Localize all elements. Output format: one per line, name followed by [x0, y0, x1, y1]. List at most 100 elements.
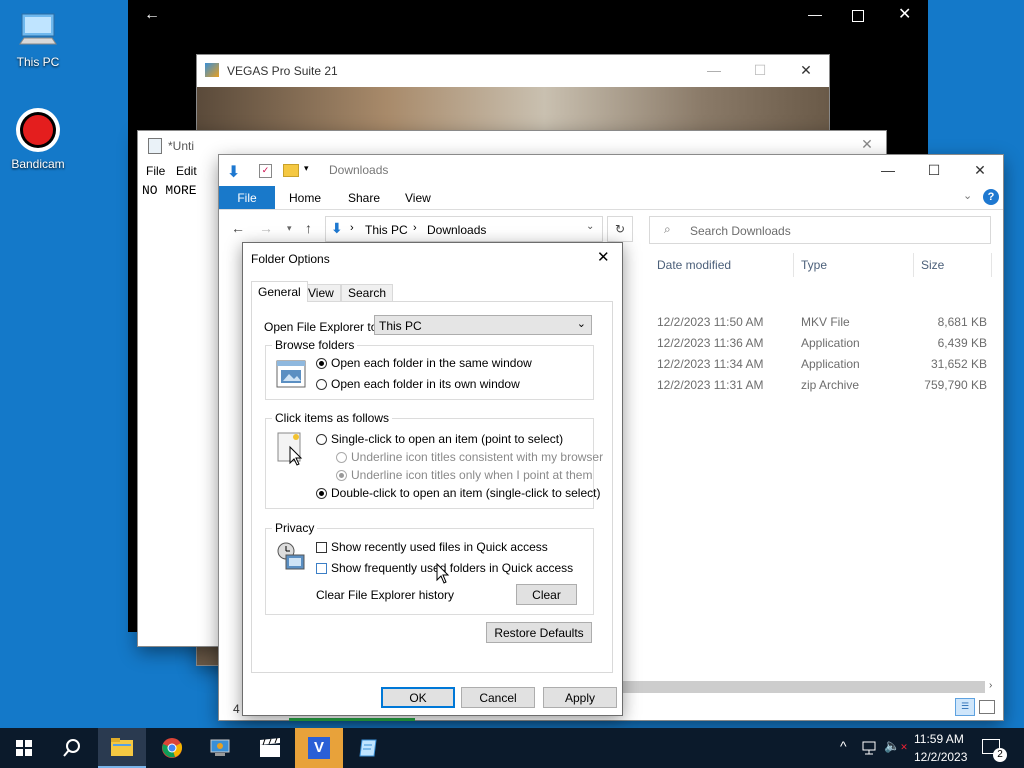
file-type: Application: [801, 336, 860, 350]
computer-icon: [19, 13, 57, 45]
chevron-down-icon[interactable]: ⌄: [586, 221, 594, 232]
open-to-dropdown[interactable]: This PC ⌄: [374, 315, 592, 335]
radio-single-click[interactable]: Single-click to open an item (point to s…: [316, 432, 563, 446]
maximize-button[interactable]: [852, 10, 864, 22]
address-bar[interactable]: ⬇ › This PC › Downloads ⌄: [325, 216, 603, 242]
ribbon-tab-home[interactable]: Home: [289, 191, 321, 205]
file-date: 12/2/2023 11:34 AM: [657, 357, 764, 371]
radio-double-click[interactable]: Double-click to open an item (single-cli…: [316, 486, 600, 500]
search-icon: ⌕: [664, 222, 671, 236]
up-button[interactable]: ↑: [305, 220, 312, 236]
file-row[interactable]: 12/2/2023 11:36 AM Application 6,439 KB: [649, 334, 1003, 354]
apply-button[interactable]: Apply: [543, 687, 617, 708]
back-button[interactable]: ←: [231, 220, 245, 236]
column-type[interactable]: Type: [801, 258, 827, 272]
notepad-text[interactable]: NO MORE: [142, 183, 197, 198]
down-arrow-icon[interactable]: ⬇: [227, 162, 240, 182]
radio-underline-point[interactable]: Underline icon titles only when I point …: [336, 468, 592, 482]
recent-locations-icon[interactable]: ▾: [287, 223, 292, 234]
taskbar-chrome[interactable]: [148, 728, 196, 768]
maximize-button[interactable]: ☐: [737, 55, 783, 85]
desktop-icon-label: This PC: [16, 55, 60, 69]
progress-bar: [289, 718, 415, 721]
column-divider: [793, 253, 794, 277]
folder-options-dialog: Folder Options ✕ General View Search Ope…: [242, 242, 623, 716]
network-icon[interactable]: [862, 741, 878, 755]
notification-badge: 2: [993, 748, 1007, 762]
close-button[interactable]: ✕: [783, 55, 829, 85]
file-size: 8,681 KB: [937, 315, 987, 329]
forward-button[interactable]: →: [259, 220, 273, 236]
tab-search[interactable]: Search: [341, 284, 394, 302]
mouse-cursor-icon: [436, 563, 450, 584]
checkbox-recent-files[interactable]: Show recently used files in Quick access: [316, 540, 548, 554]
file-row[interactable]: 12/2/2023 11:31 AM zip Archive 759,790 K…: [649, 376, 1003, 396]
dialog-title: Folder Options: [251, 252, 330, 266]
properties-icon[interactable]: ✓: [259, 164, 272, 178]
taskbar-file-explorer[interactable]: [98, 728, 146, 768]
back-arrow-icon[interactable]: ←: [144, 6, 160, 24]
taskbar-vegas-v[interactable]: V: [295, 728, 343, 768]
desktop-icon-this-pc[interactable]: This PC: [6, 8, 70, 69]
minimize-button[interactable]: —: [808, 6, 822, 22]
cancel-button[interactable]: Cancel: [461, 687, 535, 708]
file-size: 759,790 KB: [924, 378, 987, 392]
chevron-down-icon: ⌄: [576, 318, 586, 330]
maximize-button[interactable]: ☐: [911, 155, 957, 185]
help-icon[interactable]: ?: [983, 189, 999, 205]
details-view-icon[interactable]: ☰: [955, 698, 975, 716]
start-button[interactable]: [0, 728, 48, 768]
volume-muted-icon[interactable]: 🔈✕: [884, 738, 908, 754]
menu-edit[interactable]: Edit: [176, 164, 197, 178]
clock-date[interactable]: 12/2/2023: [914, 750, 967, 764]
close-button[interactable]: ✕: [597, 248, 610, 266]
window-title: *Unti: [168, 139, 195, 153]
ribbon-tab-file[interactable]: File: [219, 186, 275, 209]
radio-same-window[interactable]: Open each folder in the same window: [316, 356, 532, 370]
search-button[interactable]: [48, 728, 96, 768]
window-title: Downloads: [329, 163, 389, 177]
column-date-modified[interactable]: Date modified: [657, 258, 731, 272]
close-button[interactable]: ✕: [898, 4, 911, 24]
menu-file[interactable]: File: [146, 164, 165, 178]
breadcrumb-current[interactable]: Downloads: [427, 223, 486, 237]
vegas-app-icon: [205, 63, 219, 77]
radio-own-window[interactable]: Open each folder in its own window: [316, 377, 520, 391]
horizontal-scrollbar[interactable]: [623, 681, 985, 693]
windows-logo-icon: [16, 740, 32, 756]
ribbon-tab-view[interactable]: View: [405, 191, 431, 205]
refresh-button[interactable]: ↻: [607, 216, 633, 242]
expand-ribbon-icon[interactable]: ⌄: [963, 189, 972, 202]
scroll-right-icon[interactable]: ›: [989, 680, 992, 691]
clock-time[interactable]: 11:59 AM: [914, 732, 964, 746]
downloads-icon: ⬇: [331, 220, 343, 236]
minimize-button[interactable]: —: [865, 155, 911, 185]
file-row[interactable]: 12/2/2023 11:34 AM Application 31,652 KB: [649, 355, 1003, 375]
ribbon-tab-share[interactable]: Share: [348, 191, 380, 205]
taskbar-clapper[interactable]: [246, 728, 294, 768]
search-box[interactable]: ⌕ Search Downloads: [649, 216, 991, 244]
folder-window-icon: [276, 360, 306, 388]
vegas-v-icon: V: [308, 737, 330, 759]
column-size[interactable]: Size: [921, 258, 944, 272]
tray-chevron-up-icon[interactable]: ^: [840, 738, 847, 754]
restore-defaults-button[interactable]: Restore Defaults: [486, 622, 592, 643]
chevron-down-icon[interactable]: ▾: [304, 163, 309, 174]
notepad-icon: [359, 739, 377, 757]
close-button[interactable]: ✕: [957, 155, 1003, 185]
tab-general[interactable]: General: [251, 281, 308, 302]
breadcrumb-root[interactable]: This PC: [365, 223, 408, 237]
large-icons-view-icon[interactable]: [979, 700, 995, 714]
file-row[interactable]: 12/2/2023 11:50 AM MKV File 8,681 KB: [649, 313, 1003, 333]
clapperboard-icon: [260, 738, 280, 757]
clear-button[interactable]: Clear: [516, 584, 577, 605]
search-icon: [63, 739, 80, 757]
ok-button[interactable]: OK: [381, 687, 455, 708]
taskbar-vegas-app[interactable]: [196, 728, 244, 768]
folder-icon[interactable]: [283, 164, 299, 177]
column-divider: [991, 253, 992, 277]
desktop-icon-bandicam[interactable]: Bandicam: [6, 106, 70, 171]
radio-underline-consistent[interactable]: Underline icon titles consistent with my…: [336, 450, 603, 464]
taskbar-notepad[interactable]: [344, 728, 392, 768]
minimize-button[interactable]: —: [691, 55, 737, 85]
